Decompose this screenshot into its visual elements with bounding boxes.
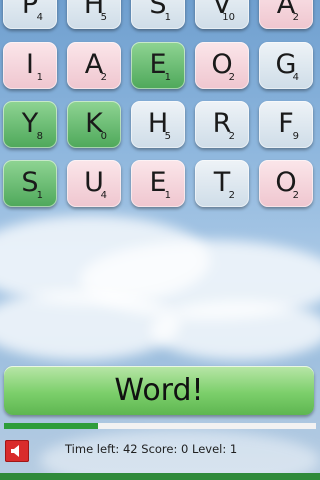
tile-score: 1 [164,72,171,83]
cloud [150,300,320,360]
letter-tile[interactable]: O2 [195,42,249,89]
letter-tile[interactable]: F9 [259,101,313,148]
tile-letter: H [83,0,105,20]
tile-score: 8 [36,131,43,142]
tile-score: 1 [36,190,43,201]
tile-letter: S [149,0,167,20]
tile-letter: G [275,49,297,80]
time-progress-bar [4,423,316,429]
tile-score: 2 [292,12,299,23]
letter-grid: P 4 H 5 S 1 V 10 A 2 I 1 A 2 E 1 O 2 G 4 Y 8 K 0 H 5 R 2 F 9 S 1 U 4 E 1 T 2 O… [0,0,320,215]
speaker-icon-glyph [11,445,19,457]
time-progress-fill [4,423,98,429]
letter-tile[interactable]: P4 [3,0,57,29]
letter-tile[interactable]: O2 [259,160,313,207]
letter-tile[interactable]: A2 [259,0,313,29]
letter-tile[interactable]: S1 [3,160,57,207]
tile-score: 2 [292,190,299,201]
tile-score: 4 [292,72,299,83]
tile-letter: H [147,108,169,139]
tile-score: 1 [36,72,43,83]
tile-score: 1 [164,12,171,23]
tile-letter: Y [21,108,39,139]
tile-letter: F [278,108,294,139]
tile-letter: E [149,49,167,80]
letter-tile[interactable]: H5 [67,0,121,29]
tile-score: 5 [164,131,171,142]
tile-letter: I [26,49,34,80]
time-left-label: Time left: [65,442,120,456]
letter-tile[interactable]: I1 [3,42,57,89]
tile-score: 4 [36,12,43,23]
tile-score: 5 [100,12,107,23]
letter-tile[interactable]: H5 [131,101,185,148]
letter-tile[interactable]: U4 [67,160,121,207]
tile-score: 0 [100,131,107,142]
word-button[interactable]: Word! [4,366,314,415]
tile-letter: O [211,49,233,80]
speaker-icon[interactable] [5,440,29,462]
letter-tile[interactable]: V 10 [195,0,249,29]
tile-letter: P [21,0,39,20]
tile-score: 10 [222,12,235,23]
letter-tile[interactable]: E1 [131,160,185,207]
tile-letter: U [84,167,104,198]
letter-tile[interactable]: G4 [259,42,313,89]
tile-letter: A [276,0,296,20]
letter-tile[interactable]: R2 [195,101,249,148]
tile-score: 2 [228,190,235,201]
letter-tile[interactable]: A2 [67,42,121,89]
tile-score: 1 [164,190,171,201]
letter-tile[interactable]: E1 [131,42,185,89]
tile-score: 9 [292,131,299,142]
tile-letter: A [84,49,104,80]
letter-tile[interactable]: Y8 [3,101,57,148]
tile-score: 2 [100,72,107,83]
level-label: Level: [192,442,227,456]
letter-tile[interactable]: T2 [195,160,249,207]
bottom-bar [0,473,320,480]
tile-score: 2 [228,72,235,83]
letter-tile[interactable]: S1 [131,0,185,29]
tile-letter: E [149,167,167,198]
score-value: 0 [181,442,189,456]
tile-letter: T [213,167,231,198]
time-left-value: 42 [122,442,138,456]
status-line: Time left: 42 Score: 0 Level: 1 [65,442,237,456]
tile-letter: K [85,108,103,139]
letter-tile[interactable]: K0 [67,101,121,148]
level-value: 1 [229,442,238,456]
tile-score: 2 [228,131,235,142]
tile-letter: R [212,108,232,139]
tile-letter: O [275,167,297,198]
score-label: Score: [141,442,178,456]
tile-letter: S [21,167,39,198]
tile-score: 4 [100,190,107,201]
